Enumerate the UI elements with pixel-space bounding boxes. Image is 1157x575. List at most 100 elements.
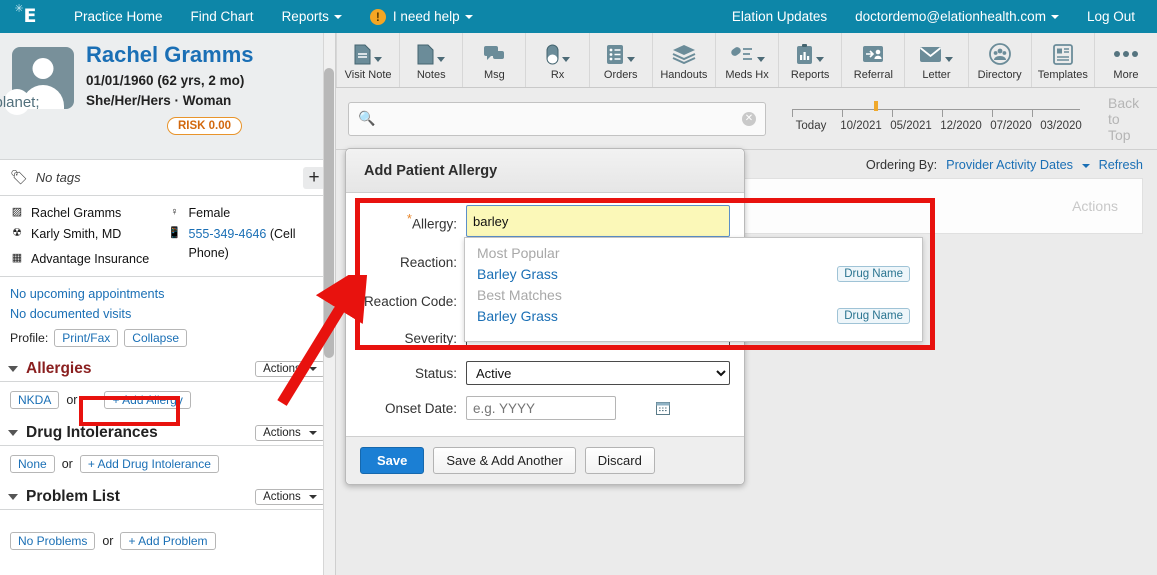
timeline-marker [874, 100, 878, 111]
add-allergy-button[interactable]: + Add Allergy [104, 390, 191, 409]
discard-button[interactable]: Discard [584, 447, 655, 474]
print-fax-button[interactable]: Print/Fax [54, 328, 119, 347]
toolbar-rx[interactable]: Rx [526, 33, 590, 87]
search-input[interactable]: 🔍 ✕ [348, 101, 766, 136]
allergy-label: *Allergy: [354, 211, 466, 232]
sidebar-scrollbar-thumb[interactable] [324, 68, 334, 358]
nav-find-chart[interactable]: Find Chart [177, 0, 268, 33]
nkda-button[interactable]: NKDA [10, 390, 60, 409]
add-drug-intolerance-button[interactable]: + Add Drug Intolerance [79, 454, 219, 473]
nav-user-account[interactable]: doctordemo@elationhealth.com [841, 0, 1073, 33]
chevron-down-icon [1081, 163, 1090, 168]
toolbar-orders[interactable]: Orders [590, 33, 653, 87]
toolbar-templates[interactable]: Templates [1032, 33, 1095, 87]
drug-intolerances-actions-button[interactable]: Actions [255, 424, 325, 441]
status-label: Status: [414, 365, 457, 381]
autocomplete-group-best-matches: Best Matches [477, 287, 562, 303]
tags-empty-label: No tags [35, 170, 81, 185]
autocomplete-item-name: Barley Grass [477, 266, 558, 282]
id-card-icon: ▨ [11, 206, 23, 218]
profile-actions-row: Profile: Print/Fax Collapse [0, 325, 335, 353]
autocomplete-item-name: Barley Grass [477, 308, 558, 324]
collapse-button[interactable]: Collapse [124, 328, 187, 347]
no-documented-visits-link[interactable]: No documented visits [10, 305, 325, 325]
phone-number-link[interactable]: 555-349-4646 [189, 227, 267, 241]
nav-reports[interactable]: Reports [268, 0, 356, 33]
nav-practice-home[interactable]: Practice Home [60, 0, 177, 33]
twisty-collapse-icon[interactable] [8, 365, 18, 372]
tag-icon: 🏷 [10, 169, 28, 185]
autocomplete-item-best-matches-0[interactable]: Barley Grass Drug Name [465, 306, 922, 326]
ordering-by-label: Ordering By: [865, 158, 938, 172]
people-circle-icon [988, 41, 1011, 67]
chart-toolbar: Visit Note Notes Msg Rx Orders Handouts … [336, 33, 1157, 88]
bar-chart-clipboard-icon [796, 41, 813, 67]
status-select[interactable]: Active [466, 361, 730, 385]
nav-i-need-help[interactable]: ! I need help [356, 8, 487, 25]
form-row-allergy: *Allergy: [354, 205, 730, 237]
toolbar-directory[interactable]: Directory [969, 33, 1032, 87]
person-arrow-icon [862, 41, 884, 67]
toolbar-notes[interactable]: Notes [400, 33, 464, 87]
toolbar-msg[interactable]: Msg [463, 33, 527, 87]
app-root: E Practice Home Find Chart Reports ! I n… [0, 0, 1157, 575]
ellipsis-icon [1113, 41, 1139, 67]
allergy-input[interactable] [466, 205, 730, 237]
timeline-label-3: 12/2020 [940, 119, 982, 132]
demo-row-insurance: ▦ Advantage Insurance [10, 250, 168, 269]
patient-dob: 01/01/1960 (62 yrs, 2 mo) [86, 73, 245, 89]
allergies-actions-button[interactable]: Actions [255, 360, 325, 377]
nav-elation-updates[interactable]: Elation Updates [718, 0, 841, 33]
toolbar-reports[interactable]: Reports [779, 33, 843, 87]
timeline-label-2: 05/2021 [890, 119, 932, 132]
timeline-labels: Today 10/2021 05/2021 12/2020 07/2020 03… [786, 120, 1086, 132]
toolbar-referral-label: Referral [853, 69, 893, 81]
toolbar-handouts[interactable]: Handouts [653, 33, 716, 87]
patient-header: planet; Rachel Gramms 01/01/1960 (62 yrs… [0, 33, 335, 160]
add-tag-button[interactable]: + [303, 166, 325, 189]
allergies-or-text: or [66, 392, 78, 407]
twisty-collapse-icon[interactable] [8, 493, 18, 500]
chart-timeline[interactable]: Today 10/2021 05/2021 12/2020 07/2020 03… [786, 99, 1086, 139]
calendar-icon[interactable] [656, 397, 670, 419]
female-icon: ♀ [170, 206, 179, 218]
problem-list-actions-button[interactable]: Actions [255, 488, 325, 505]
demo-row-sex: ♀ Female [168, 204, 326, 223]
demo-sex-value: Female [188, 206, 231, 220]
chevron-down-icon [333, 15, 342, 20]
autocomplete-item-most-popular-0[interactable]: Barley Grass Drug Name [465, 264, 922, 284]
add-problem-button[interactable]: + Add Problem [120, 531, 216, 550]
ordering-by-dropdown[interactable]: Provider Activity Dates [946, 158, 1090, 172]
back-to-top-link[interactable]: Back to Top [1108, 95, 1145, 143]
sidebar-scrollbar[interactable] [323, 33, 335, 575]
toolbar-meds-hx[interactable]: Meds Hx [716, 33, 780, 87]
clear-circle-icon[interactable]: ✕ [742, 111, 756, 126]
page-title[interactable]: Rachel Gramms [86, 42, 323, 67]
reaction-code-label: Reaction Code: [363, 293, 457, 309]
toolbar-referral[interactable]: Referral [842, 33, 906, 87]
allergies-actions-label: Actions [263, 362, 301, 375]
no-upcoming-appointments-link[interactable]: No upcoming appointments [10, 285, 325, 305]
toolbar-more[interactable]: More [1095, 33, 1157, 87]
card-actions-label[interactable]: Actions [1072, 198, 1118, 214]
timeline-label-5: 03/2020 [1040, 119, 1082, 132]
no-problems-button[interactable]: No Problems [10, 531, 96, 550]
timeline-label-4: 07/2020 [990, 119, 1032, 132]
demo-phone-wrap: 555-349-4646 (Cell Phone) [189, 225, 326, 263]
onset-date-field[interactable] [466, 396, 670, 420]
chevron-down-icon [1050, 15, 1059, 20]
twisty-collapse-icon[interactable] [8, 429, 18, 436]
nav-reports-label: Reports [281, 9, 329, 24]
save-button[interactable]: Save [360, 447, 425, 474]
elation-logo-icon[interactable]: E [0, 0, 60, 33]
allergy-autocomplete-dropdown: Most Popular Barley Grass Drug Name Best… [464, 237, 923, 342]
none-button[interactable]: None [10, 454, 55, 473]
toolbar-letter[interactable]: Letter [905, 33, 969, 87]
toolbar-visit-note[interactable]: Visit Note [336, 33, 401, 87]
refresh-link[interactable]: Refresh [1099, 158, 1143, 172]
nav-log-out[interactable]: Log Out [1073, 0, 1149, 33]
demo-name-value: Rachel Gramms [31, 206, 122, 220]
toolbar-directory-label: Directory [977, 69, 1022, 81]
onset-date-input[interactable] [467, 397, 656, 419]
save-and-add-another-button[interactable]: Save & Add Another [433, 447, 576, 474]
